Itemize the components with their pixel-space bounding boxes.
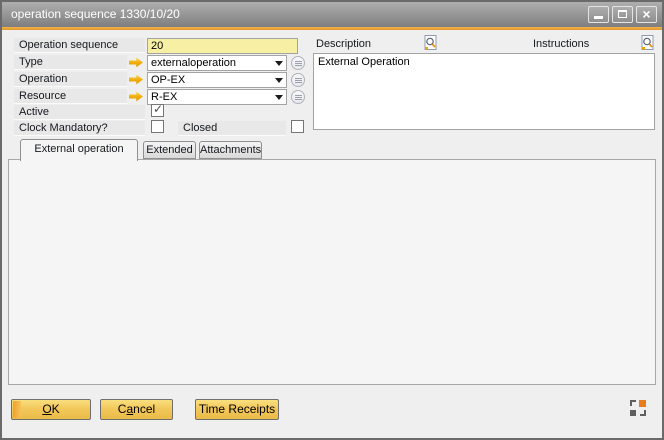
resource-link-arrow-icon[interactable] xyxy=(129,91,143,102)
description-label: Description xyxy=(316,37,371,52)
clock-mandatory-label: Clock Mandatory? xyxy=(14,121,145,136)
tab-extended[interactable]: Extended xyxy=(143,141,196,159)
accent-bar xyxy=(2,27,662,30)
window-controls: × xyxy=(588,6,657,23)
operation-sequence-field[interactable]: 20 xyxy=(147,38,298,54)
description-textarea[interactable]: External Operation xyxy=(313,53,655,130)
default-button-accent xyxy=(13,401,21,418)
form-resize-icon[interactable] xyxy=(629,399,647,420)
closed-checkbox[interactable] xyxy=(291,120,304,133)
type-dropdown[interactable]: externaloperation xyxy=(147,55,287,71)
instructions-expand-editor-icon[interactable] xyxy=(641,35,654,54)
ok-button[interactable]: OK xyxy=(11,399,91,420)
time-receipts-button[interactable]: Time Receipts xyxy=(195,399,279,420)
closed-label: Closed xyxy=(178,121,286,136)
resource-dropdown[interactable]: R-EX xyxy=(147,89,287,105)
tab-attachments[interactable]: Attachments xyxy=(199,141,262,159)
minimize-icon xyxy=(594,16,603,19)
close-button[interactable]: × xyxy=(636,6,657,23)
operation-dropdown[interactable]: OP-EX xyxy=(147,72,287,88)
minimize-button[interactable] xyxy=(588,6,609,23)
maximize-icon xyxy=(618,10,627,18)
operation-choose-from-list-icon[interactable] xyxy=(291,73,305,87)
operation-link-arrow-icon[interactable] xyxy=(129,74,143,85)
clock-mandatory-checkbox[interactable] xyxy=(151,120,164,133)
external-operation-panel xyxy=(8,159,656,385)
tab-external-operation[interactable]: External operation xyxy=(20,139,138,161)
type-link-arrow-icon[interactable] xyxy=(129,57,143,68)
cancel-button[interactable]: Cancel xyxy=(100,399,173,420)
maximize-button[interactable] xyxy=(612,6,633,23)
dropdown-arrow-icon[interactable] xyxy=(275,95,283,104)
description-expand-editor-icon[interactable] xyxy=(424,35,437,54)
active-label: Active xyxy=(14,105,145,120)
dropdown-arrow-icon[interactable] xyxy=(275,78,283,87)
operation-sequence-label: Operation sequence xyxy=(14,38,145,53)
type-label: Type xyxy=(14,55,127,70)
type-choose-from-list-icon[interactable] xyxy=(291,56,305,70)
close-icon: × xyxy=(637,7,656,22)
operation-label: Operation xyxy=(14,72,127,87)
active-checkbox[interactable] xyxy=(151,104,164,117)
operation-sequence-dialog: operation sequence 1330/10/20 × Operatio… xyxy=(0,0,664,440)
instructions-label: Instructions xyxy=(533,37,589,52)
titlebar[interactable]: operation sequence 1330/10/20 × xyxy=(2,2,662,27)
resource-choose-from-list-icon[interactable] xyxy=(291,90,305,104)
dropdown-arrow-icon[interactable] xyxy=(275,61,283,70)
window-title: operation sequence 1330/10/20 xyxy=(11,2,180,27)
resource-label: Resource xyxy=(14,89,127,104)
